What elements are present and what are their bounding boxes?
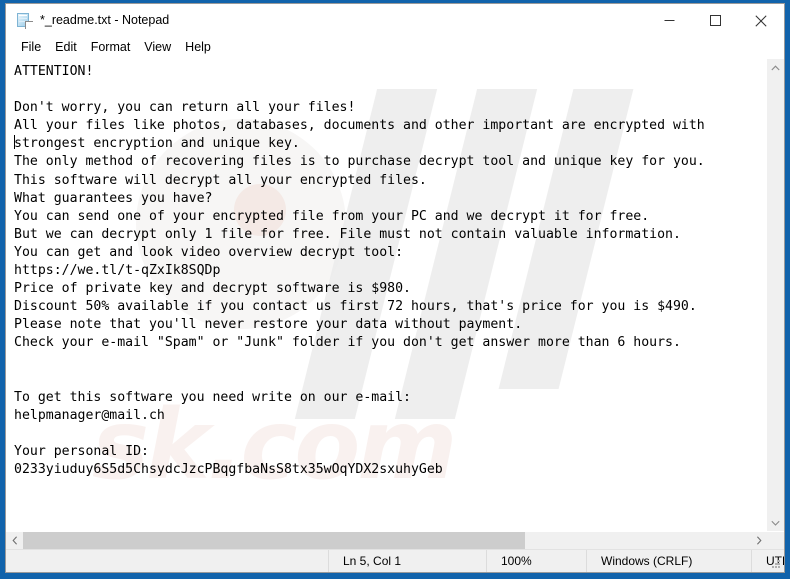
notepad-icon bbox=[16, 12, 33, 29]
maximize-icon bbox=[709, 15, 721, 26]
status-bar-spacer bbox=[6, 550, 328, 572]
document-line bbox=[14, 425, 766, 443]
desktop-background: *_readme.txt - Notepad File Edit Format … bbox=[0, 0, 790, 579]
vertical-scrollbar[interactable] bbox=[766, 59, 784, 531]
document-line: What guarantees you have? bbox=[14, 190, 213, 206]
document-line: All your files like photos, databases, d… bbox=[14, 118, 705, 134]
document-line: But we can decrypt only 1 file for free.… bbox=[14, 226, 681, 242]
chevron-up-icon bbox=[771, 64, 780, 70]
document-line: Your personal ID: bbox=[14, 443, 149, 459]
document-text[interactable]: ATTENTION! Don't worry, you can return a… bbox=[6, 59, 766, 479]
editor-region: sk.com ATTENTION! Don't worry, you can r… bbox=[6, 58, 784, 531]
menu-item-help[interactable]: Help bbox=[178, 37, 218, 58]
text-editor[interactable]: sk.com ATTENTION! Don't worry, you can r… bbox=[6, 59, 766, 531]
scroll-left-button[interactable] bbox=[6, 532, 23, 549]
document-line: Don't worry, you can return all your fil… bbox=[14, 100, 356, 116]
close-icon bbox=[755, 14, 767, 27]
document-line: ATTENTION! bbox=[14, 64, 94, 79]
menu-item-view[interactable]: View bbox=[137, 37, 178, 58]
vertical-scroll-track[interactable] bbox=[767, 76, 784, 514]
document-line: helpmanager@mail.ch bbox=[14, 407, 165, 423]
document-line: This software will decrypt all your encr… bbox=[14, 172, 427, 188]
horizontal-scroll-track[interactable] bbox=[23, 532, 750, 549]
chevron-left-icon bbox=[11, 536, 17, 545]
menu-item-edit[interactable]: Edit bbox=[48, 37, 84, 58]
document-line bbox=[14, 353, 766, 371]
status-line-ending: Windows (CRLF) bbox=[586, 550, 751, 572]
horizontal-scrollbar[interactable] bbox=[6, 531, 784, 549]
menu-item-format[interactable]: Format bbox=[84, 37, 138, 58]
close-button[interactable] bbox=[738, 4, 784, 37]
text-caret bbox=[14, 135, 15, 150]
document-line: Check your e-mail "Spam" or "Junk" folde… bbox=[14, 335, 681, 351]
document-line: Please note that you'll never restore yo… bbox=[14, 317, 523, 333]
window-controls bbox=[646, 4, 784, 37]
document-line: Discount 50% available if you contact us… bbox=[14, 299, 697, 315]
menu-bar: File Edit Format View Help bbox=[6, 37, 784, 58]
document-line: 0233yiuduy6S5d5ChsydcJzcPBqgfbaNsS8tx35w… bbox=[14, 462, 443, 478]
document-line: You can send one of your encrypted file … bbox=[14, 208, 650, 224]
scroll-right-button[interactable] bbox=[750, 532, 767, 549]
menu-item-file[interactable]: File bbox=[14, 37, 48, 58]
status-zoom-level[interactable]: 100% bbox=[486, 550, 586, 572]
status-bar: Ln 5, Col 1 100% Windows (CRLF) UTF-8 bbox=[6, 549, 784, 572]
resize-grip-icon[interactable] bbox=[771, 559, 781, 569]
document-line bbox=[14, 371, 766, 389]
title-bar-left: *_readme.txt - Notepad bbox=[6, 12, 169, 29]
document-line bbox=[14, 81, 766, 99]
status-cursor-position: Ln 5, Col 1 bbox=[328, 550, 486, 572]
maximize-button[interactable] bbox=[692, 4, 738, 37]
title-bar[interactable]: *_readme.txt - Notepad bbox=[6, 4, 784, 37]
notepad-window: *_readme.txt - Notepad File Edit Format … bbox=[5, 3, 785, 573]
document-line: You can get and look video overview decr… bbox=[14, 244, 404, 260]
document-line: Price of private key and decrypt softwar… bbox=[14, 281, 411, 297]
document-line: strongest encryption and unique key. bbox=[14, 135, 300, 152]
chevron-right-icon bbox=[756, 536, 762, 545]
document-line: The only method of recovering files is t… bbox=[14, 154, 705, 170]
document-line: https://we.tl/t-qZxIk8SQDp bbox=[14, 263, 221, 279]
horizontal-scroll-thumb[interactable] bbox=[23, 532, 525, 549]
scroll-down-button[interactable] bbox=[767, 514, 784, 531]
window-title: *_readme.txt - Notepad bbox=[40, 13, 170, 28]
chevron-down-icon bbox=[771, 520, 780, 526]
minimize-icon bbox=[664, 20, 674, 21]
scrollbar-corner bbox=[767, 532, 784, 549]
scroll-up-button[interactable] bbox=[767, 59, 784, 76]
minimize-button[interactable] bbox=[646, 4, 692, 37]
document-line: To get this software you need write on o… bbox=[14, 389, 411, 405]
